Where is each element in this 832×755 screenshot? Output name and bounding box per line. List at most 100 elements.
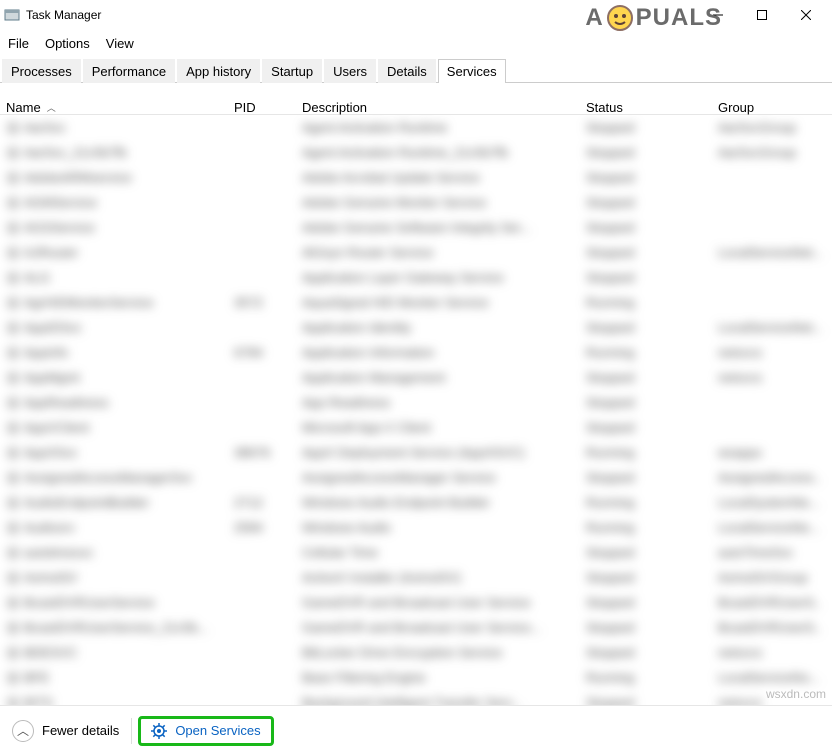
- cell-description: AppX Deployment Service (AppXSVC): [296, 443, 580, 462]
- service-icon: [6, 121, 20, 135]
- services-grid[interactable]: AarSvcAgent Activation RuntimeStoppedAar…: [0, 115, 832, 723]
- table-row[interactable]: Audiosrv2584Windows AudioRunningLocalSer…: [0, 515, 832, 540]
- close-button[interactable]: [784, 0, 828, 30]
- cell-status: Stopped: [580, 218, 712, 237]
- cell-pid: [228, 626, 296, 630]
- window-title: Task Manager: [26, 8, 101, 22]
- table-row[interactable]: AxInstSVActiveX Installer (AxInstSV)Stop…: [0, 565, 832, 590]
- cell-pid: [228, 126, 296, 130]
- cell-status: Stopped: [580, 193, 712, 212]
- table-row[interactable]: autotimesvcCellular TimeStoppedautoTimeS…: [0, 540, 832, 565]
- cell-name: AGSService: [24, 220, 95, 235]
- tab-services[interactable]: Services: [438, 59, 506, 83]
- fewer-details-button[interactable]: ︿ Fewer details: [6, 716, 125, 746]
- cell-status: Stopped: [580, 143, 712, 162]
- table-row[interactable]: AppMgmtApplication ManagementStoppednets…: [0, 365, 832, 390]
- cell-description: GameDVR and Broadcast User Service: [296, 593, 580, 612]
- table-row[interactable]: AppReadinessApp ReadinessStopped: [0, 390, 832, 415]
- cell-pid: 6784: [228, 343, 296, 362]
- menu-file[interactable]: File: [0, 34, 37, 53]
- cell-description: GameDVR and Broadcast User Service...: [296, 618, 580, 637]
- service-icon: [6, 146, 20, 160]
- cell-group: netsvcs: [712, 643, 822, 662]
- cell-pid: [228, 701, 296, 705]
- table-row[interactable]: BFEBase Filtering EngineRunningLocalServ…: [0, 665, 832, 690]
- table-row[interactable]: BcastDVRUserService GameDVR and Broadcast…: [0, 590, 832, 615]
- cell-status: Stopped: [580, 268, 712, 287]
- cell-description: Base Filtering Engine: [296, 668, 580, 687]
- table-row[interactable]: AarSvc_21c5b7fbAgent Activation Runtime_…: [0, 140, 832, 165]
- cell-group: AarSvcGroup: [712, 143, 822, 162]
- service-icon: [6, 571, 20, 585]
- table-row[interactable]: AppXSvc38676AppX Deployment Service (App…: [0, 440, 832, 465]
- cell-name: BcastDVRUserService: [24, 595, 155, 610]
- cell-name: AppIDSvc: [24, 320, 82, 335]
- menu-view[interactable]: View: [98, 34, 142, 53]
- tab-performance[interactable]: Performance: [83, 59, 175, 83]
- table-row[interactable]: ALGApplication Layer Gateway ServiceStop…: [0, 265, 832, 290]
- tab-startup[interactable]: Startup: [262, 59, 322, 83]
- menu-options[interactable]: Options: [37, 34, 98, 53]
- cell-pid: [228, 601, 296, 605]
- cell-group: [712, 201, 822, 205]
- divider: [131, 718, 132, 744]
- table-row[interactable]: AarSvcAgent Activation RuntimeStoppedAar…: [0, 115, 832, 140]
- cell-status: Stopped: [580, 418, 712, 437]
- cell-name: AppReadiness: [24, 395, 109, 410]
- table-row[interactable]: Appinfo6784Application InformationRunnin…: [0, 340, 832, 365]
- cell-status: Stopped: [580, 168, 712, 187]
- cell-status: Stopped: [580, 618, 712, 637]
- table-row[interactable]: AppVClientMicrosoft App-V ClientStopped: [0, 415, 832, 440]
- cell-name: BcastDVRUserService_21c5b...: [24, 620, 208, 635]
- tab-app-history[interactable]: App history: [177, 59, 260, 83]
- tab-processes[interactable]: Processes: [2, 59, 81, 83]
- cell-description: Application Identity: [296, 318, 580, 337]
- cell-description: Agent Activation Runtime_21c5b7fb: [296, 143, 580, 162]
- open-services-button[interactable]: Open Services: [138, 716, 273, 746]
- cell-description: Adobe Genuine Monitor Service: [296, 193, 580, 212]
- minimize-button[interactable]: [696, 0, 740, 30]
- cell-status: Running: [580, 343, 712, 362]
- tab-details[interactable]: Details: [378, 59, 436, 83]
- table-row[interactable]: AGMServiceAdobe Genuine Monitor ServiceS…: [0, 190, 832, 215]
- table-row[interactable]: AGSServiceAdobe Genuine Software Integri…: [0, 215, 832, 240]
- cell-group: AxInstSVGroup: [712, 568, 822, 587]
- open-services-label: Open Services: [175, 723, 260, 738]
- cell-pid: 2712: [228, 493, 296, 512]
- cell-group: BcastDVRUserS...: [712, 593, 822, 612]
- cell-name: AarSvc: [24, 120, 66, 135]
- cell-pid: [228, 176, 296, 180]
- header-name-label: Name: [6, 100, 41, 115]
- cell-status: Stopped: [580, 368, 712, 387]
- table-row[interactable]: AgrHIDMonitorService3572AquaSignal HID M…: [0, 290, 832, 315]
- cell-description: Microsoft App-V Client: [296, 418, 580, 437]
- maximize-button[interactable]: [740, 0, 784, 30]
- table-row[interactable]: BDESVCBitLocker Drive Encryption Service…: [0, 640, 832, 665]
- cell-pid: [228, 676, 296, 680]
- tab-users[interactable]: Users: [324, 59, 376, 83]
- cell-description: ActiveX Installer (AxInstSV): [296, 568, 580, 587]
- table-row[interactable]: AppIDSvcApplication IdentityStoppedLocal…: [0, 315, 832, 340]
- cell-group: AssignedAccess...: [712, 468, 822, 487]
- table-row[interactable]: AssignedAccessManagerSvcAssignedAccessMa…: [0, 465, 832, 490]
- service-icon: [6, 296, 20, 310]
- table-row[interactable]: AudioEndpointBuilder 2712Windows Audio En…: [0, 490, 832, 515]
- cell-description: AquaSignal HID Monitor Service: [296, 293, 580, 312]
- service-icon: [6, 246, 20, 260]
- cell-name: AdobeARMservice: [24, 170, 132, 185]
- cell-pid: 38676: [228, 443, 296, 462]
- cell-status: Running: [580, 518, 712, 537]
- cell-name: BFE: [24, 670, 49, 685]
- cell-description: AllJoyn Router Service: [296, 243, 580, 262]
- service-icon: [6, 271, 20, 285]
- cell-status: Stopped: [580, 643, 712, 662]
- cell-name: AudioEndpointBuilder: [24, 495, 149, 510]
- table-row[interactable]: AdobeARMserviceAdobe Acrobat Update Serv…: [0, 165, 832, 190]
- table-row[interactable]: BcastDVRUserService_21c5b... GameDVR and …: [0, 615, 832, 640]
- cell-group: [712, 301, 822, 305]
- cell-description: Application Information: [296, 343, 580, 362]
- table-row[interactable]: AJRouterAllJoyn Router ServiceStoppedLoc…: [0, 240, 832, 265]
- app-icon: [4, 7, 20, 23]
- cell-description: Windows Audio Endpoint Builder: [296, 493, 580, 512]
- cell-group: wsappx: [712, 443, 822, 462]
